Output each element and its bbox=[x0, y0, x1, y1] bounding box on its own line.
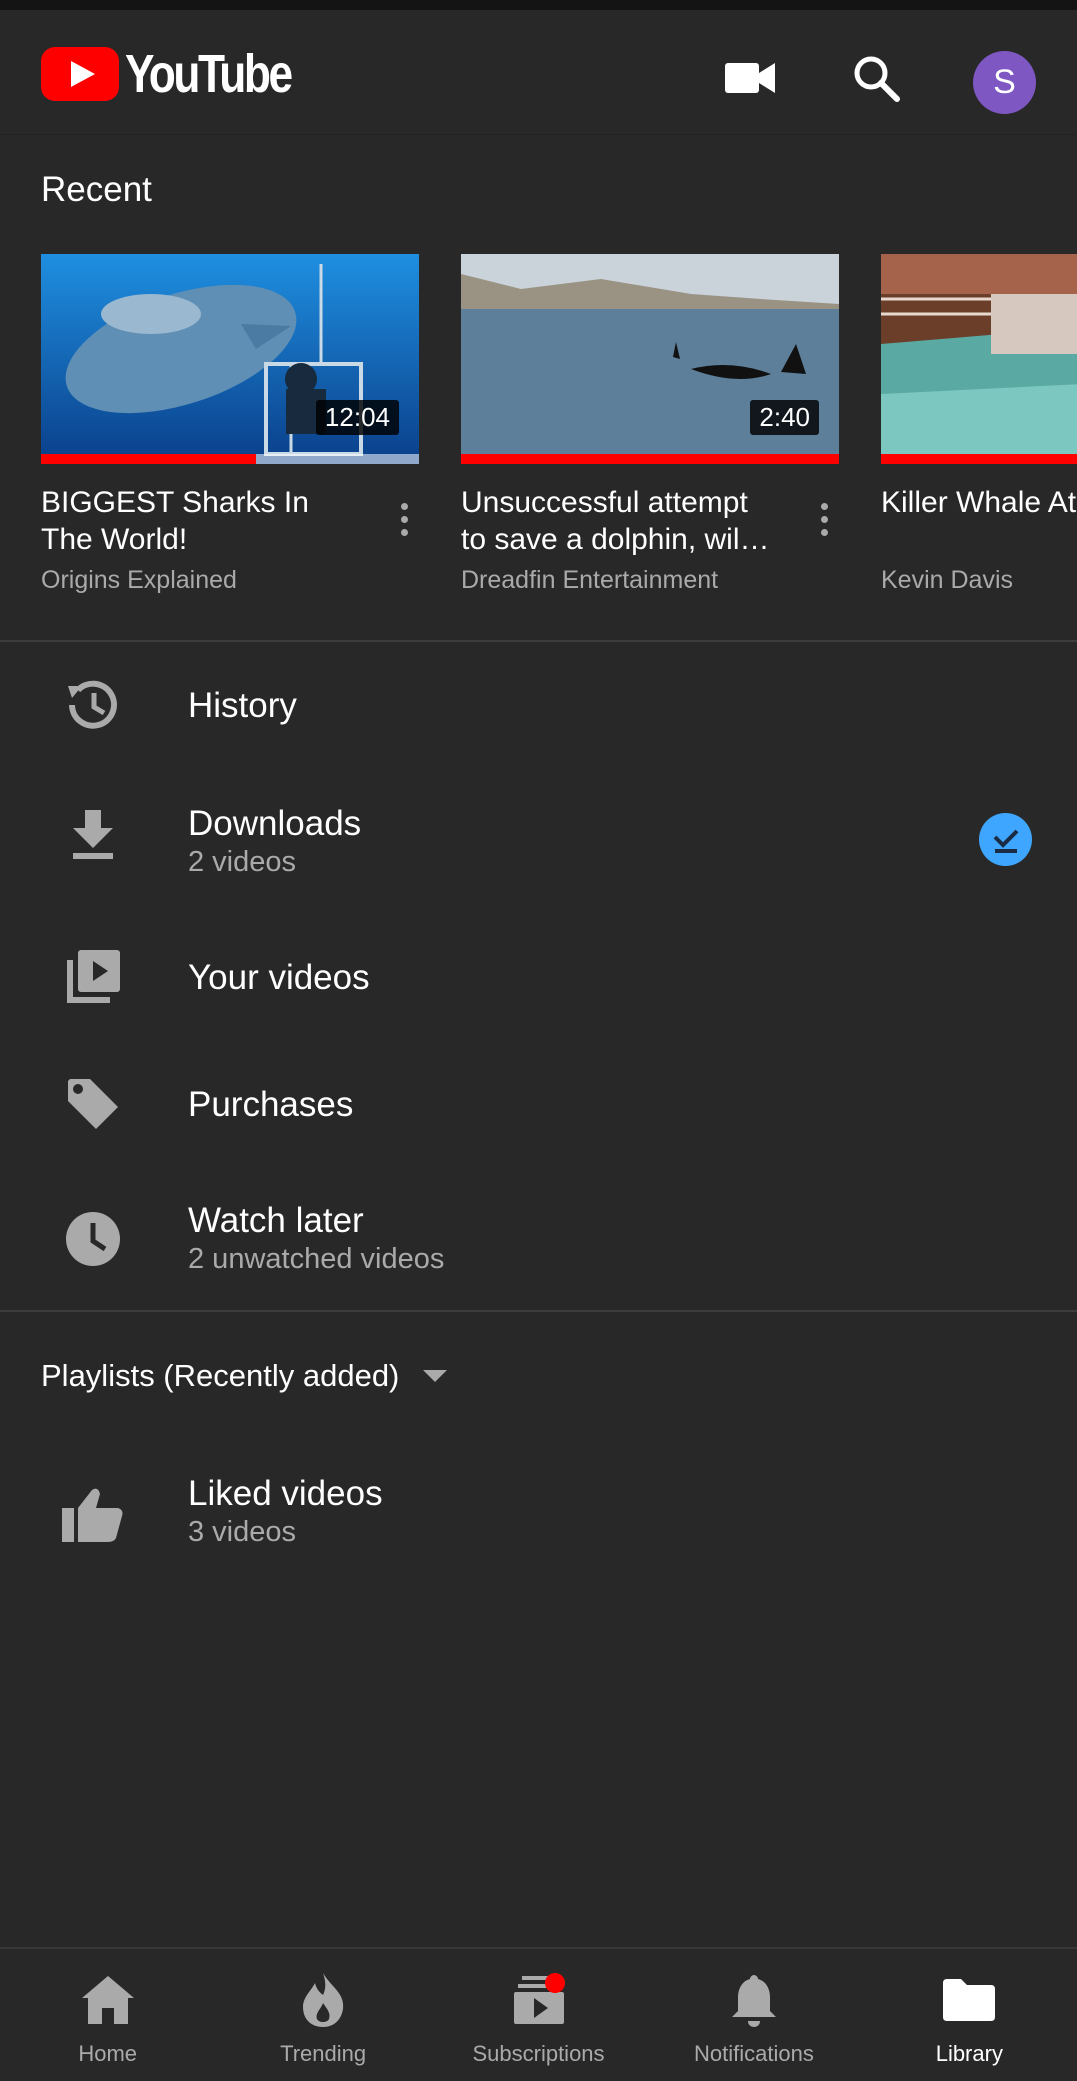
watch-progress-bar bbox=[461, 454, 839, 464]
youtube-play-logo-icon bbox=[41, 47, 119, 101]
nav-notifications[interactable]: Notifications bbox=[646, 1949, 861, 2081]
recent-videos-carousel[interactable]: 12:04 BIGGEST Sharks In The World! Origi… bbox=[0, 254, 1077, 594]
downloads-complete-icon bbox=[979, 813, 1032, 866]
nav-home-label: Home bbox=[78, 2041, 138, 2066]
video-title[interactable]: Killer Whale At at Sea World! U bbox=[881, 484, 1077, 521]
home-icon bbox=[78, 1971, 138, 2029]
video-channel: Kevin Davis bbox=[881, 566, 1013, 594]
thumbs-up-icon bbox=[60, 1481, 126, 1547]
playlist-item-liked-videos[interactable]: Liked videos 3 videos bbox=[0, 1456, 1077, 1566]
section-divider bbox=[0, 640, 1077, 642]
nav-trending-label: Trending bbox=[280, 2041, 367, 2066]
video-duration: 2:40 bbox=[750, 400, 819, 435]
library-item-history[interactable]: History bbox=[0, 650, 1077, 760]
video-channel: Dreadfin Entertainment bbox=[461, 566, 719, 594]
folder-icon bbox=[939, 1971, 999, 2029]
recent-section-title: Recent bbox=[41, 170, 152, 209]
subscriptions-icon bbox=[509, 1971, 569, 2029]
watch-later-label: Watch later bbox=[188, 1201, 364, 1240]
nav-notifications-label: Notifications bbox=[694, 2041, 814, 2066]
watch-progress-bar bbox=[41, 454, 419, 464]
more-options-icon[interactable] bbox=[389, 494, 419, 544]
library-item-watch-later[interactable]: Watch later 2 unwatched videos bbox=[0, 1183, 1077, 1293]
section-divider bbox=[0, 1310, 1077, 1312]
status-bar bbox=[0, 0, 1077, 10]
library-item-downloads[interactable]: Downloads 2 videos bbox=[0, 782, 1077, 892]
nav-subscriptions[interactable]: Subscriptions bbox=[431, 1949, 646, 2081]
downloads-label: Downloads bbox=[188, 804, 362, 843]
tag-icon bbox=[60, 1071, 126, 1137]
bottom-navigation: Home Trending Subscriptions Notification… bbox=[0, 1947, 1077, 2081]
video-channel: Origins Explained bbox=[41, 566, 237, 594]
your-videos-label: Your videos bbox=[188, 958, 370, 997]
download-icon bbox=[60, 802, 126, 868]
liked-videos-count: 3 videos bbox=[188, 1516, 297, 1548]
history-label: History bbox=[188, 686, 297, 725]
nav-subscriptions-label: Subscriptions bbox=[472, 2041, 605, 2066]
youtube-logo[interactable]: YouTube bbox=[41, 44, 327, 104]
playlists-header: Playlists (Recently added) bbox=[41, 1358, 400, 1393]
nav-library-label: Library bbox=[935, 2041, 1003, 2066]
account-avatar[interactable]: S bbox=[973, 51, 1036, 114]
app-name: YouTube bbox=[125, 44, 293, 104]
video-thumbnail[interactable]: 2:40 bbox=[461, 254, 839, 464]
your-videos-icon bbox=[60, 944, 126, 1010]
liked-videos-label: Liked videos bbox=[188, 1474, 383, 1513]
more-options-icon[interactable] bbox=[809, 494, 839, 544]
video-duration: 12:04 bbox=[315, 400, 399, 435]
video-thumbnail[interactable] bbox=[881, 254, 1077, 464]
watch-later-count: 2 unwatched videos bbox=[188, 1243, 445, 1275]
library-item-your-videos[interactable]: Your videos bbox=[0, 924, 1077, 1034]
nav-library[interactable]: Library bbox=[862, 1949, 1077, 2081]
camera-icon[interactable] bbox=[720, 48, 780, 108]
app-bar: YouTube S bbox=[0, 10, 1077, 135]
flame-icon bbox=[293, 1971, 353, 2029]
watch-progress-bar bbox=[881, 454, 1077, 464]
search-icon[interactable] bbox=[846, 48, 906, 108]
dropdown-caret-icon bbox=[423, 1370, 448, 1382]
video-title[interactable]: BIGGEST Sharks In The World! bbox=[41, 484, 353, 558]
video-thumbnail[interactable]: 12:04 bbox=[41, 254, 419, 464]
playlists-sort-dropdown[interactable]: Playlists (Recently added) bbox=[41, 1358, 448, 1394]
library-item-purchases[interactable]: Purchases bbox=[0, 1051, 1077, 1161]
new-content-dot bbox=[544, 1973, 565, 1993]
nav-trending[interactable]: Trending bbox=[215, 1949, 430, 2081]
clock-icon bbox=[60, 1206, 126, 1272]
nav-home[interactable]: Home bbox=[0, 1949, 215, 2081]
video-title[interactable]: Unsuccessful attempt to save a dolphin, … bbox=[461, 484, 773, 558]
bell-icon bbox=[724, 1971, 784, 2029]
downloads-count: 2 videos bbox=[188, 846, 297, 878]
purchases-label: Purchases bbox=[188, 1085, 354, 1124]
history-icon bbox=[60, 672, 126, 738]
